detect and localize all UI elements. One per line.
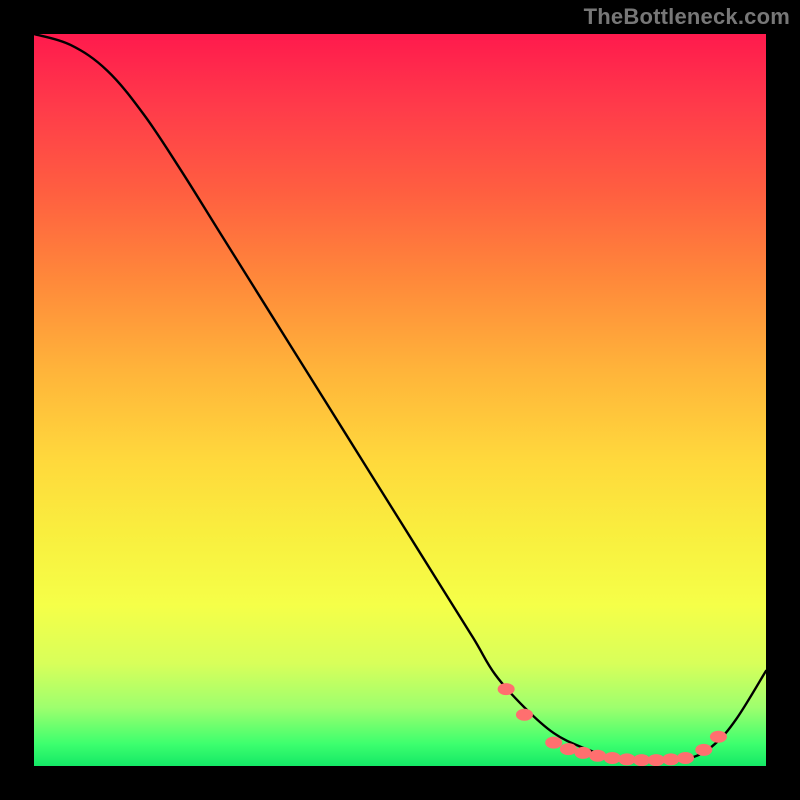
data-marker xyxy=(545,737,562,749)
data-marker xyxy=(677,752,694,764)
data-marker xyxy=(618,753,635,765)
data-marker xyxy=(575,747,592,759)
data-marker xyxy=(498,683,515,695)
chart-svg xyxy=(34,34,766,766)
data-marker xyxy=(516,709,533,721)
performance-curve xyxy=(34,34,766,761)
plot-area xyxy=(34,34,766,766)
data-marker xyxy=(560,743,577,755)
data-marker xyxy=(589,750,606,762)
data-marker xyxy=(710,731,727,743)
data-marker xyxy=(662,753,679,765)
data-markers xyxy=(498,683,727,766)
data-marker xyxy=(648,754,665,766)
data-marker xyxy=(633,754,650,766)
chart-container: TheBottleneck.com xyxy=(0,0,800,800)
data-marker xyxy=(695,744,712,756)
watermark-text: TheBottleneck.com xyxy=(584,4,790,30)
data-marker xyxy=(604,752,621,764)
